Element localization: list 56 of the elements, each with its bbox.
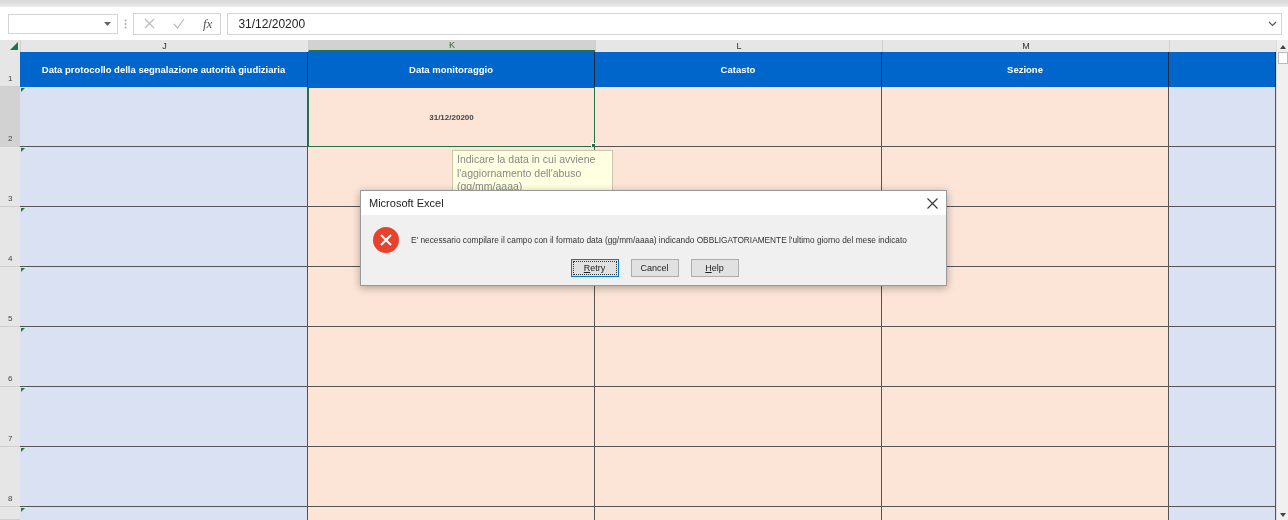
close-icon[interactable] (927, 197, 938, 209)
table-cell[interactable] (882, 327, 1169, 387)
table-cell[interactable] (20, 447, 308, 507)
table-cell[interactable] (882, 507, 1169, 520)
table-cell[interactable] (595, 507, 882, 520)
table-cell[interactable] (1169, 507, 1276, 520)
table-cell[interactable] (20, 267, 308, 327)
dialog-button[interactable]: Help (690, 259, 739, 277)
dialog-button[interactable]: Retry (570, 259, 619, 277)
select-all-icon[interactable] (10, 42, 18, 50)
checkmark-icon[interactable] (173, 18, 185, 29)
dialog-title: Microsoft Excel (369, 197, 444, 209)
cell-value: 31/12/20200 (429, 112, 474, 122)
row-header[interactable]: 2 (0, 87, 20, 147)
vertical-scrollbar[interactable] (1276, 40, 1288, 520)
error-message: E' necessario compilare il campo con il formato data (gg/mm/aaaa) indicando OBBLIGATORIAMENTE l'ultimo giorno del mese indicato (411, 235, 907, 245)
table-cell[interactable] (1169, 87, 1276, 147)
active-cell[interactable]: 31/12/20200 (308, 87, 595, 147)
table-header-cell: Data monitoraggio (308, 52, 595, 87)
table-header-cell: Catasto (595, 52, 882, 87)
scroll-thumb[interactable] (1277, 52, 1288, 64)
column-header[interactable]: K (308, 40, 595, 52)
table-cell[interactable] (882, 447, 1169, 507)
table-cell[interactable] (20, 387, 308, 447)
table-cell[interactable] (1169, 147, 1276, 207)
table-cell[interactable] (20, 507, 308, 520)
table-cell[interactable] (1169, 327, 1276, 387)
table-cell[interactable] (882, 87, 1169, 147)
error-icon (373, 227, 399, 253)
table-cell[interactable] (308, 327, 595, 387)
table-cell[interactable] (308, 387, 595, 447)
formula-field[interactable]: 31/12/20200 (227, 12, 1282, 35)
table-cell[interactable] (1169, 207, 1276, 267)
table-cell[interactable] (308, 447, 595, 507)
expand-caret-icon[interactable] (1268, 20, 1277, 27)
table-header-cell: Sezione (882, 52, 1169, 87)
table-cell[interactable] (595, 327, 882, 387)
table-cell[interactable] (1169, 447, 1276, 507)
table-cell[interactable] (882, 147, 1169, 207)
grip-icon (124, 18, 127, 29)
table-cell[interactable] (20, 327, 308, 387)
table-header-cell: Data protocollo della segnalazione autorità giudiziaria (20, 52, 308, 87)
table-cell[interactable] (20, 147, 308, 207)
table-cell[interactable] (20, 87, 308, 147)
table-cell[interactable] (882, 387, 1169, 447)
table-cell[interactable] (882, 267, 1169, 327)
table-cell[interactable] (595, 387, 882, 447)
table-cell[interactable] (308, 507, 595, 520)
insert-function-button[interactable]: fx (203, 15, 213, 32)
table-cell[interactable] (595, 447, 882, 507)
table-cell[interactable] (595, 87, 882, 147)
dialog-button[interactable]: Cancel (630, 259, 679, 277)
table-cell[interactable] (1169, 387, 1276, 447)
dropdown-caret-icon[interactable] (104, 21, 111, 26)
table-cell[interactable] (1169, 267, 1276, 327)
table-cell[interactable] (20, 207, 308, 267)
